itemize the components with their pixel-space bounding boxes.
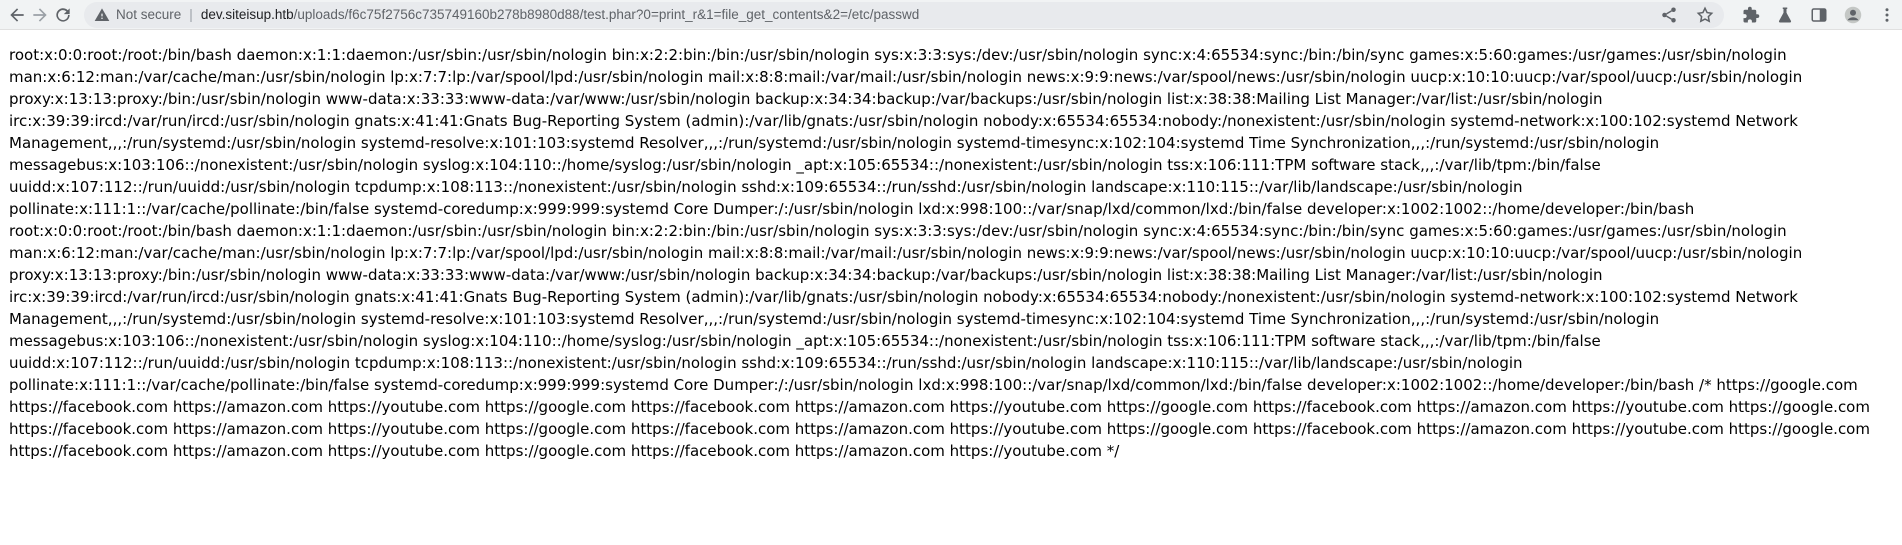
back-arrow-icon bbox=[10, 7, 24, 22]
back-button[interactable] bbox=[6, 0, 29, 30]
share-icon[interactable] bbox=[1660, 6, 1678, 24]
sidebar-icon[interactable] bbox=[1810, 6, 1828, 24]
page-output-text: root:x:0:0:root:/root:/bin/bash daemon:x… bbox=[9, 46, 1870, 460]
address-bar[interactable]: Not secure | dev.siteisup.htb /uploads/f… bbox=[84, 1, 1725, 28]
warning-icon bbox=[94, 7, 110, 21]
security-label: Not secure bbox=[116, 7, 182, 22]
kebab-menu-icon[interactable] bbox=[1878, 6, 1896, 24]
forward-button[interactable] bbox=[29, 0, 52, 30]
flask-icon[interactable] bbox=[1776, 6, 1794, 24]
reload-icon bbox=[56, 7, 70, 22]
url-path: /uploads/f6c75f2756c735749160b278b8980d8… bbox=[293, 7, 920, 22]
star-icon[interactable] bbox=[1696, 6, 1714, 24]
url-host: dev.siteisup.htb bbox=[200, 7, 294, 22]
profile-icon[interactable] bbox=[1844, 6, 1862, 24]
toolbar-right-icons bbox=[1742, 6, 1896, 24]
reload-button[interactable] bbox=[51, 0, 74, 30]
separator: | bbox=[189, 7, 193, 22]
puzzle-icon[interactable] bbox=[1742, 6, 1760, 24]
browser-toolbar: Not secure | dev.siteisup.htb /uploads/f… bbox=[0, 0, 1902, 30]
forward-arrow-icon bbox=[33, 7, 47, 22]
address-bar-actions bbox=[1660, 6, 1714, 24]
